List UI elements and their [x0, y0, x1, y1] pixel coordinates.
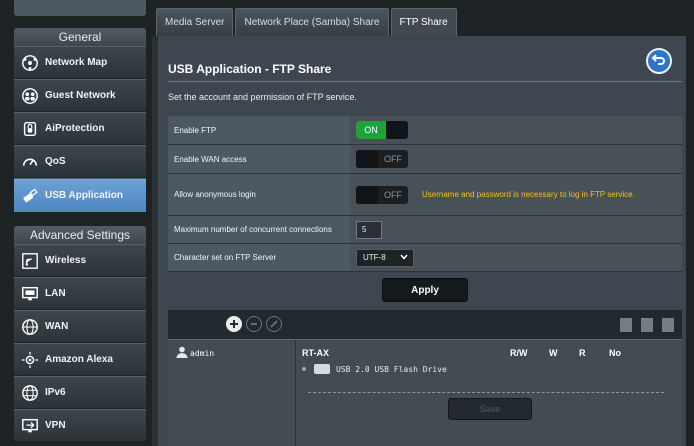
- sidebar-item-label: LAN: [45, 288, 66, 299]
- sidebar-item-label: USB Application: [45, 190, 123, 201]
- col-rw: R/W: [510, 348, 528, 358]
- sidebar-item-label: Guest Network: [45, 90, 116, 101]
- section-advanced-settings: Advanced Settings: [14, 226, 146, 244]
- delete-folder-icon[interactable]: [641, 318, 653, 332]
- globe-icon: [20, 317, 40, 337]
- sidebar-item-wan[interactable]: WAN: [14, 310, 146, 342]
- sidebar-item-label: VPN: [45, 420, 66, 431]
- toggle-state: ON: [356, 121, 386, 139]
- sidebar-item-wireless[interactable]: Wireless: [14, 244, 146, 276]
- expand-bullet-icon: [302, 367, 306, 371]
- charset-select[interactable]: UTF-8: [356, 248, 414, 267]
- back-button[interactable]: [646, 48, 672, 74]
- row-anonymous-login: Allow anonymous login OFF Username and p…: [168, 174, 682, 216]
- sidebar-item-label: Amazon Alexa: [45, 354, 113, 365]
- enable-wan-toggle[interactable]: OFF: [356, 150, 408, 168]
- enable-ftp-label: Enable FTP: [168, 116, 350, 144]
- add-icon[interactable]: [226, 316, 242, 332]
- alexa-icon: [20, 350, 40, 370]
- drive-icon: [314, 364, 330, 374]
- tab-media-server[interactable]: Media Server: [156, 8, 234, 36]
- sidebar-item-label: AiProtection: [45, 123, 105, 134]
- permission-area: RT-AX R/W W R No USB 2.0 USB Flash Drive…: [296, 340, 682, 446]
- ipv6-icon: [20, 383, 40, 403]
- account-list: admin: [168, 340, 296, 446]
- col-r: R: [579, 348, 586, 358]
- tab-bar: Media Server Network Place (Samba) Share…: [156, 8, 459, 36]
- sidebar-item-amazon-alexa[interactable]: Amazon Alexa: [14, 343, 146, 375]
- gauge-icon: [20, 152, 40, 172]
- add-folder-icon[interactable]: [620, 318, 632, 332]
- anonymous-login-label: Allow anonymous login: [168, 174, 350, 215]
- settings-table: Enable FTP ON Enable WAN access OFF Allo…: [168, 116, 682, 272]
- enable-wan-label: Enable WAN access: [168, 145, 350, 173]
- page-title: USB Application - FTP Share: [168, 62, 332, 76]
- max-connections-input[interactable]: 5: [356, 220, 382, 239]
- sidebar-item-ipv6[interactable]: IPv6: [14, 376, 146, 408]
- sidebar-item-vpn[interactable]: VPN: [14, 409, 146, 441]
- sidebar-item-aiprotection[interactable]: AiProtection: [14, 112, 146, 144]
- user-icon: [176, 346, 188, 360]
- guest-network-icon: [20, 86, 40, 106]
- sidebar-item-label: QoS: [45, 156, 66, 167]
- row-enable-ftp: Enable FTP ON: [168, 116, 682, 145]
- modify-folder-icon[interactable]: [662, 318, 674, 332]
- sidebar-item-label: Network Map: [45, 57, 108, 68]
- save-button[interactable]: Save: [448, 398, 532, 420]
- tab-samba-share[interactable]: Network Place (Samba) Share: [235, 8, 389, 36]
- back-arrow-icon: [651, 51, 667, 72]
- row-enable-wan: Enable WAN access OFF: [168, 145, 682, 174]
- sidebar-item-qos[interactable]: QoS: [14, 145, 146, 177]
- row-charset: Character set on FTP Server UTF-8: [168, 244, 682, 272]
- sidebar-item-network-map[interactable]: Network Map: [14, 46, 146, 78]
- col-no: No: [609, 348, 621, 358]
- sidebar-item-usb-application[interactable]: USB Application: [14, 178, 146, 212]
- device-name: RT-AX: [302, 348, 329, 358]
- chevron-down-icon: [400, 253, 408, 262]
- page-description: Set the account and permission of FTP se…: [168, 92, 357, 102]
- lock-icon: [20, 119, 40, 139]
- charset-value: UTF-8: [363, 253, 386, 262]
- edit-icon[interactable]: [266, 316, 282, 332]
- sidebar: General Network Map Guest Network AiProt…: [0, 0, 152, 446]
- apply-button[interactable]: Apply: [382, 278, 468, 302]
- remove-icon[interactable]: [246, 316, 262, 332]
- account-toolbar: [168, 310, 682, 340]
- account-name: admin: [190, 348, 215, 358]
- sidebar-item-guest-network[interactable]: Guest Network: [14, 79, 146, 111]
- content-panel: USB Application - FTP Share Set the acco…: [152, 36, 686, 446]
- section-general: General: [14, 28, 146, 46]
- anonymous-warning: Username and password is necessary to lo…: [422, 190, 635, 199]
- sidebar-item-label: IPv6: [45, 387, 66, 398]
- lan-icon: [20, 284, 40, 304]
- network-map-icon: [20, 53, 40, 73]
- sidebar-item-label: Wireless: [45, 255, 87, 266]
- tab-ftp-share[interactable]: FTP Share: [390, 8, 457, 36]
- toggle-state: OFF: [384, 154, 402, 164]
- sidebar-item-lan[interactable]: LAN: [14, 277, 146, 309]
- drive-item[interactable]: USB 2.0 USB Flash Drive: [302, 364, 447, 374]
- col-w: W: [549, 348, 558, 358]
- account-item[interactable]: admin: [174, 346, 214, 360]
- drive-name: USB 2.0 USB Flash Drive: [336, 364, 447, 374]
- account-permission-table: admin RT-AX R/W W R No USB 2.0 USB Flash…: [168, 340, 682, 446]
- sidebar-top-stub[interactable]: [14, 0, 146, 16]
- divider: [308, 392, 664, 393]
- sidebar-item-label: WAN: [45, 321, 69, 332]
- vpn-icon: [20, 416, 40, 436]
- toggle-state: OFF: [384, 189, 402, 200]
- anonymous-login-toggle[interactable]: OFF: [356, 185, 408, 204]
- wireless-icon: [20, 251, 40, 271]
- usb-icon: [20, 186, 40, 206]
- max-connections-label: Maximum number of concurrent connections: [168, 216, 350, 243]
- row-max-connections: Maximum number of concurrent connections…: [168, 216, 682, 244]
- charset-label: Character set on FTP Server: [168, 244, 350, 271]
- title-divider: [168, 81, 682, 82]
- enable-ftp-toggle[interactable]: ON: [356, 121, 408, 139]
